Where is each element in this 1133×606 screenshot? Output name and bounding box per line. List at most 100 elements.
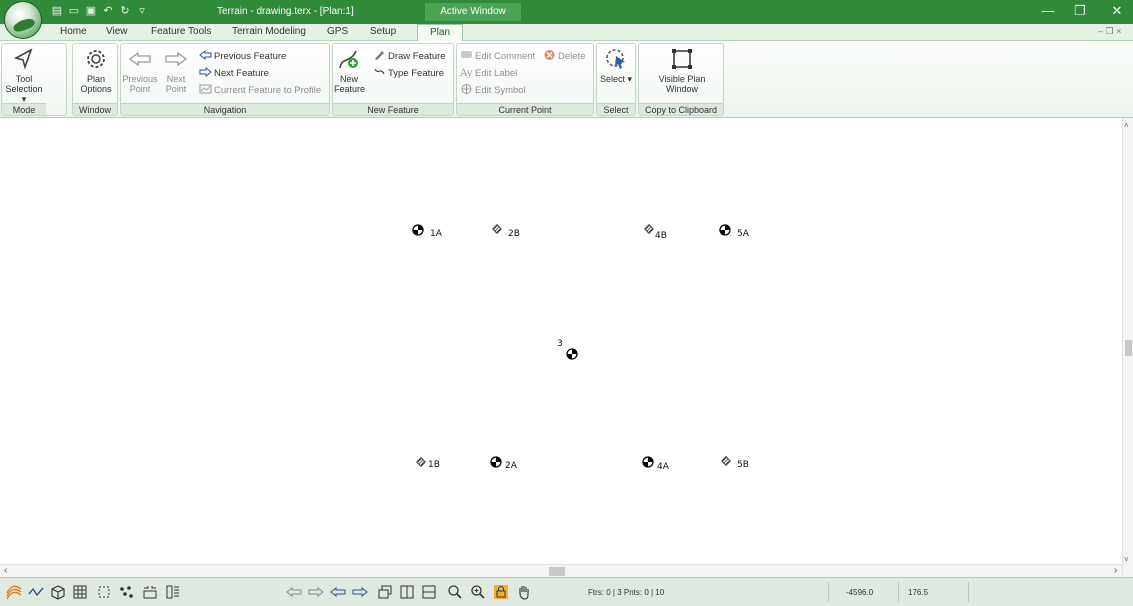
close-button[interactable]: ✕ bbox=[1107, 3, 1127, 19]
next-point-status-icon[interactable] bbox=[308, 584, 324, 600]
current-feature-to-profile-button[interactable]: Current Feature to Profile bbox=[199, 83, 321, 97]
point-label: 2A bbox=[505, 461, 517, 471]
next-point-label: Next Point bbox=[165, 74, 187, 94]
tile-horizontal-icon[interactable] bbox=[421, 584, 437, 600]
cascade-windows-icon[interactable] bbox=[377, 584, 393, 600]
previous-point-status-icon[interactable] bbox=[286, 584, 302, 600]
control-point-icon bbox=[412, 224, 424, 236]
open-file-icon[interactable]: ▭ bbox=[67, 4, 81, 18]
control-point-icon bbox=[719, 224, 731, 236]
zoom-icon[interactable] bbox=[447, 584, 463, 600]
edit-label-label: Edit Label bbox=[475, 68, 518, 79]
point-label: 4A bbox=[657, 462, 669, 472]
previous-point-button[interactable]: Previous Point bbox=[122, 46, 158, 94]
title-bar: ▤ ▭ ▣ ↶ ↻ ▿ Terrain - drawing.terx - [Pl… bbox=[0, 0, 1133, 24]
previous-feature-label: Previous Feature bbox=[214, 51, 287, 62]
comment-icon bbox=[461, 51, 472, 58]
customize-qat-icon[interactable]: ▿ bbox=[135, 4, 149, 18]
group-copy-to-clipboard: Visible Plan Window Copy to Clipboard bbox=[638, 43, 724, 116]
scroll-up-icon[interactable]: ˄ bbox=[1124, 121, 1129, 130]
point-label: 1A bbox=[430, 229, 442, 239]
new-file-icon[interactable]: ▤ bbox=[50, 4, 64, 18]
type-feature-label: Type Feature bbox=[388, 68, 444, 79]
next-point-button[interactable]: Next Point bbox=[161, 46, 191, 94]
new-feature-button[interactable]: New Feature bbox=[334, 46, 366, 94]
mdi-window-controls[interactable]: – ❐ × bbox=[1098, 26, 1121, 37]
profile-icon bbox=[199, 84, 212, 94]
scroll-down-icon[interactable]: ˅ bbox=[1124, 555, 1129, 564]
surface-3d-icon[interactable] bbox=[50, 584, 66, 600]
point-label: 4B bbox=[655, 231, 667, 241]
new-feature-label: New Feature bbox=[334, 74, 366, 94]
tool-selection-button[interactable]: Tool Selection ▾ bbox=[3, 46, 45, 104]
undo-icon[interactable]: ↶ bbox=[101, 4, 115, 18]
hatched-marker-icon bbox=[492, 224, 502, 234]
tab-home[interactable]: Home bbox=[60, 26, 87, 37]
plan-options-button[interactable]: Plan Options bbox=[76, 46, 116, 94]
next-feature-button[interactable]: Next Feature bbox=[199, 66, 269, 80]
feature-point-counts: Ftrs: 0 | 3 Pnts: 0 | 10 bbox=[588, 588, 665, 597]
crop-window-icon bbox=[672, 49, 692, 69]
group-label-window: Window bbox=[73, 103, 117, 115]
pointer-arrow-icon bbox=[13, 48, 33, 70]
pan-hand-icon[interactable] bbox=[516, 584, 532, 600]
breaklines-icon[interactable] bbox=[28, 584, 44, 600]
edit-symbol-button[interactable]: Edit Symbol bbox=[460, 83, 526, 97]
point-label: 1B bbox=[428, 460, 440, 470]
next-feature-icon bbox=[199, 66, 212, 78]
edit-label-button[interactable]: Ay Edit Label bbox=[460, 66, 517, 80]
points-icon[interactable] bbox=[118, 584, 134, 600]
previous-point-label: Previous Point bbox=[122, 74, 158, 94]
status-separator bbox=[828, 582, 829, 602]
save-icon[interactable]: ▣ bbox=[84, 4, 98, 18]
tab-terrain-modeling[interactable]: Terrain Modeling bbox=[232, 26, 306, 37]
horizontal-scroll-thumb[interactable] bbox=[549, 567, 565, 576]
ribbon: Tool Selection ▾ Mode Plan Options Windo… bbox=[0, 41, 1133, 118]
lock-icon[interactable] bbox=[493, 584, 509, 600]
vertical-scrollbar[interactable]: ˄ ˅ bbox=[1122, 118, 1133, 577]
select-cursor-icon bbox=[606, 49, 625, 69]
symbols-icon[interactable] bbox=[142, 584, 158, 600]
tab-feature-tools[interactable]: Feature Tools bbox=[151, 26, 211, 37]
previous-feature-status-icon[interactable] bbox=[330, 584, 346, 600]
scroll-left-icon[interactable]: ‹ bbox=[4, 565, 7, 576]
tab-setup[interactable]: Setup bbox=[370, 26, 396, 37]
boundary-icon[interactable] bbox=[96, 584, 112, 600]
delete-label: Delete bbox=[558, 51, 586, 62]
scroll-right-icon[interactable]: › bbox=[1114, 565, 1117, 576]
delete-button[interactable]: Delete bbox=[543, 49, 585, 63]
tab-plan[interactable]: Plan bbox=[417, 24, 464, 42]
previous-feature-button[interactable]: Previous Feature bbox=[199, 49, 286, 63]
tab-view[interactable]: View bbox=[106, 26, 128, 37]
application-menu-button[interactable] bbox=[4, 1, 42, 39]
plan-options-label: Plan Options bbox=[80, 74, 112, 94]
restore-button[interactable]: ❐ bbox=[1070, 3, 1090, 19]
vertical-scroll-thumb[interactable] bbox=[1125, 340, 1132, 356]
minimize-button[interactable]: — bbox=[1038, 3, 1058, 18]
contours-icon[interactable] bbox=[6, 584, 22, 600]
tile-vertical-icon[interactable] bbox=[399, 584, 415, 600]
next-feature-status-icon[interactable] bbox=[352, 584, 368, 600]
point-label: 3 bbox=[557, 339, 563, 349]
edit-comment-label: Edit Comment bbox=[475, 51, 536, 62]
zoom-in-icon[interactable] bbox=[470, 584, 486, 600]
type-feature-button[interactable]: Type Feature bbox=[373, 66, 444, 80]
plan-canvas[interactable]: 1A 2B 4B 5A 3 1B 2A 4A 5B bbox=[0, 118, 1122, 564]
edit-comment-button[interactable]: Edit Comment bbox=[460, 49, 535, 63]
redo-icon[interactable]: ↻ bbox=[118, 4, 132, 18]
grid-icon[interactable] bbox=[72, 584, 88, 600]
tab-gps[interactable]: GPS bbox=[327, 26, 348, 37]
select-button[interactable]: Select ▾ bbox=[599, 46, 633, 84]
visible-plan-window-button[interactable]: Visible Plan Window bbox=[649, 46, 715, 94]
current-feature-to-profile-label: Current Feature to Profile bbox=[214, 85, 322, 96]
pencil-icon bbox=[375, 51, 384, 60]
layers-icon[interactable] bbox=[165, 584, 181, 600]
group-label-new-feature: New Feature bbox=[333, 103, 453, 115]
horizontal-scrollbar[interactable]: ‹ › bbox=[0, 564, 1122, 577]
draw-feature-button[interactable]: Draw Feature bbox=[373, 49, 446, 63]
left-arrow-icon bbox=[128, 51, 151, 67]
quick-access-toolbar: ▤ ▭ ▣ ↶ ↻ ▿ bbox=[50, 4, 149, 18]
group-window: Plan Options Window bbox=[72, 43, 118, 116]
hatched-marker-icon bbox=[644, 224, 654, 234]
group-navigation: Previous Point Next Point Previous Featu… bbox=[120, 43, 330, 116]
